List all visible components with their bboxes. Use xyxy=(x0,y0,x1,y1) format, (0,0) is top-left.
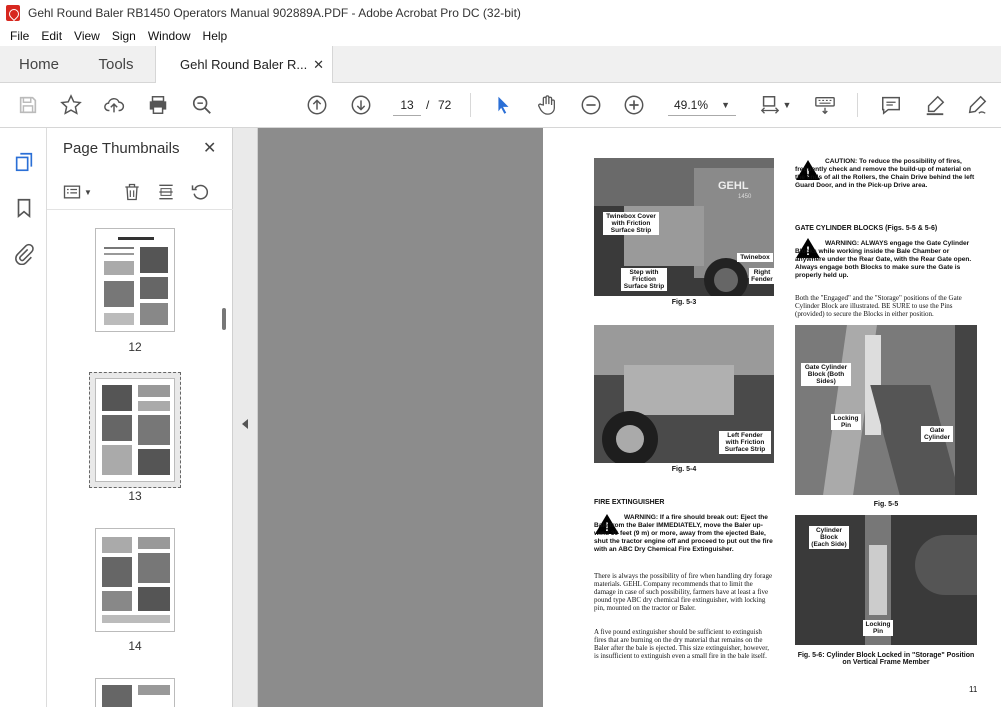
menu-help[interactable]: Help xyxy=(197,29,234,43)
collapse-arrow-icon xyxy=(242,419,248,429)
page-total: 72 xyxy=(438,98,452,112)
tab-close-button[interactable]: ✕ xyxy=(313,57,324,73)
label-locking-pin-storage: Locking Pin xyxy=(863,620,893,636)
label-left-fender: Left Fender with Friction Surface Strip xyxy=(719,431,771,454)
menu-bar: File Edit View Sign Window Help xyxy=(0,26,1001,46)
chevron-down-icon: ▼ xyxy=(721,100,730,110)
fig-5-4-caption: Fig. 5-4 xyxy=(671,466,697,473)
rotate-page-icon[interactable] xyxy=(189,181,211,203)
fire-body-text-2: A five pound extinguisher should be suff… xyxy=(594,628,770,660)
menu-view[interactable]: View xyxy=(68,29,106,43)
toolbar-divider xyxy=(470,93,471,117)
toolbar-divider xyxy=(857,93,858,117)
window-title: Gehl Round Baler RB1450 Operators Manual… xyxy=(28,6,521,20)
page-thumbnail-15[interactable] xyxy=(95,678,175,707)
fire-warning-text: WARNING: If a fire should break out: Eje… xyxy=(594,514,773,553)
toolbar: 13 / 72 49.1% ▼ ▼ xyxy=(0,83,1001,128)
panel-collapse-handle[interactable] xyxy=(233,128,258,707)
insert-page-icon[interactable] xyxy=(155,181,177,203)
panel-toolbar: ▼ xyxy=(47,172,233,210)
zoom-level-value: 49.1% xyxy=(674,98,709,112)
caution-text: CAUTION: To reduce the possibility of fi… xyxy=(795,158,975,189)
gate-body-text: Both the "Engaged" and the "Storage" pos… xyxy=(795,294,962,318)
thumbnail-label-12: 12 xyxy=(128,340,142,354)
select-cursor-icon[interactable] xyxy=(491,93,515,117)
fig-5-5-photo xyxy=(795,325,977,495)
zoom-in-icon[interactable] xyxy=(622,93,646,117)
bookmark-star-icon[interactable] xyxy=(59,93,83,117)
label-locking-pin: Locking Pin xyxy=(831,414,861,430)
document-view[interactable]: GEHL 1450 Twinebox Cover with Friction S… xyxy=(258,128,1001,707)
page-number-input[interactable]: 13 xyxy=(393,94,421,116)
tabs-bar: Home Tools Gehl Round Baler R... ✕ xyxy=(0,46,1001,83)
label-cylinder-block: Cylinder Block (Each Side) xyxy=(809,526,849,549)
page-number: 11 xyxy=(969,685,978,694)
tab-document-label: Gehl Round Baler R... xyxy=(180,57,308,72)
label-gate-cylinder-block: Gate Cylinder Block (Both Sides) xyxy=(801,363,851,386)
next-page-icon[interactable] xyxy=(349,93,373,117)
page-thumbnail-12[interactable] xyxy=(95,228,175,332)
label-right-fender: Right Fender xyxy=(749,268,775,284)
thumbnail-label-14: 14 xyxy=(128,639,142,653)
fire-extinguisher-heading: FIRE EXTINGUISHER xyxy=(594,499,665,506)
gehl-brand: GEHL xyxy=(718,180,749,192)
zoom-level-select[interactable]: 49.1% ▼ xyxy=(668,94,736,116)
attachments-icon[interactable] xyxy=(12,242,36,266)
previous-page-icon[interactable] xyxy=(305,93,329,117)
save-icon[interactable] xyxy=(16,93,40,117)
panel-title: Page Thumbnails xyxy=(63,140,180,157)
page-thumbnails-icon[interactable] xyxy=(12,150,36,174)
bookmarks-icon[interactable] xyxy=(12,196,36,220)
panel-close-button[interactable]: ✕ xyxy=(203,138,216,158)
label-step: Step with Friction Surface Strip xyxy=(621,268,667,291)
zoom-search-icon[interactable] xyxy=(190,93,214,117)
label-twinebox-cover: Twinebox Cover with Friction Surface Str… xyxy=(603,212,659,235)
label-gate-cylinder: Gate Cylinder xyxy=(921,426,953,442)
fire-body-text-1: There is always the possibility of fire … xyxy=(594,572,773,612)
gate-cylinder-heading: GATE CYLINDER BLOCKS (Figs. 5-5 & 5-6) xyxy=(795,225,938,232)
navigation-rail xyxy=(0,128,47,707)
pdf-page: GEHL 1450 Twinebox Cover with Friction S… xyxy=(543,128,1001,707)
highlight-pen-icon[interactable] xyxy=(923,93,947,117)
scrollbar-thumb[interactable] xyxy=(222,308,226,330)
page-thumbnail-13[interactable] xyxy=(95,378,175,482)
page-separator: / xyxy=(426,98,430,112)
keyboard-scroll-icon[interactable] xyxy=(813,93,837,117)
sign-pen-icon[interactable] xyxy=(965,93,989,117)
fig-5-6-caption: Fig. 5-6: Cylinder Block Locked in "Stor… xyxy=(797,652,975,666)
tab-tools[interactable]: Tools xyxy=(78,46,154,82)
hand-tool-icon[interactable] xyxy=(535,93,559,117)
zoom-out-icon[interactable] xyxy=(579,93,603,117)
options-menu-icon[interactable] xyxy=(61,181,83,203)
title-bar: Gehl Round Baler RB1450 Operators Manual… xyxy=(0,0,1001,26)
options-dropdown-icon[interactable]: ▼ xyxy=(83,181,93,203)
thumbnail-label-13: 13 xyxy=(128,489,142,503)
print-icon[interactable] xyxy=(146,93,170,117)
label-twinebox: Twinebox xyxy=(737,253,773,262)
menu-edit[interactable]: Edit xyxy=(35,29,68,43)
acrobat-icon xyxy=(6,5,20,21)
baler-model: 1450 xyxy=(738,194,752,200)
page-thumbnail-14[interactable] xyxy=(95,528,175,632)
menu-sign[interactable]: Sign xyxy=(106,29,142,43)
thumbnails-scrollbar[interactable] xyxy=(221,220,229,700)
page-fit-dropdown-icon[interactable]: ▼ xyxy=(782,93,792,117)
thumbnails-panel: Page Thumbnails ✕ ▼ 12 13 14 xyxy=(47,128,233,707)
upload-cloud-icon[interactable] xyxy=(102,93,126,117)
gate-warning-text: WARNING: ALWAYS engage the Gate Cylinder… xyxy=(795,240,972,279)
page-fit-icon[interactable] xyxy=(758,93,782,117)
tab-document[interactable]: Gehl Round Baler R... ✕ xyxy=(155,46,333,83)
comment-icon[interactable] xyxy=(879,93,903,117)
delete-page-icon[interactable] xyxy=(121,181,143,203)
tab-home[interactable]: Home xyxy=(0,46,78,82)
fig-5-3-caption: Fig. 5-3 xyxy=(671,299,697,306)
fig-5-5-caption: Fig. 5-5 xyxy=(873,501,899,508)
menu-file[interactable]: File xyxy=(4,29,35,43)
menu-window[interactable]: Window xyxy=(142,29,197,43)
